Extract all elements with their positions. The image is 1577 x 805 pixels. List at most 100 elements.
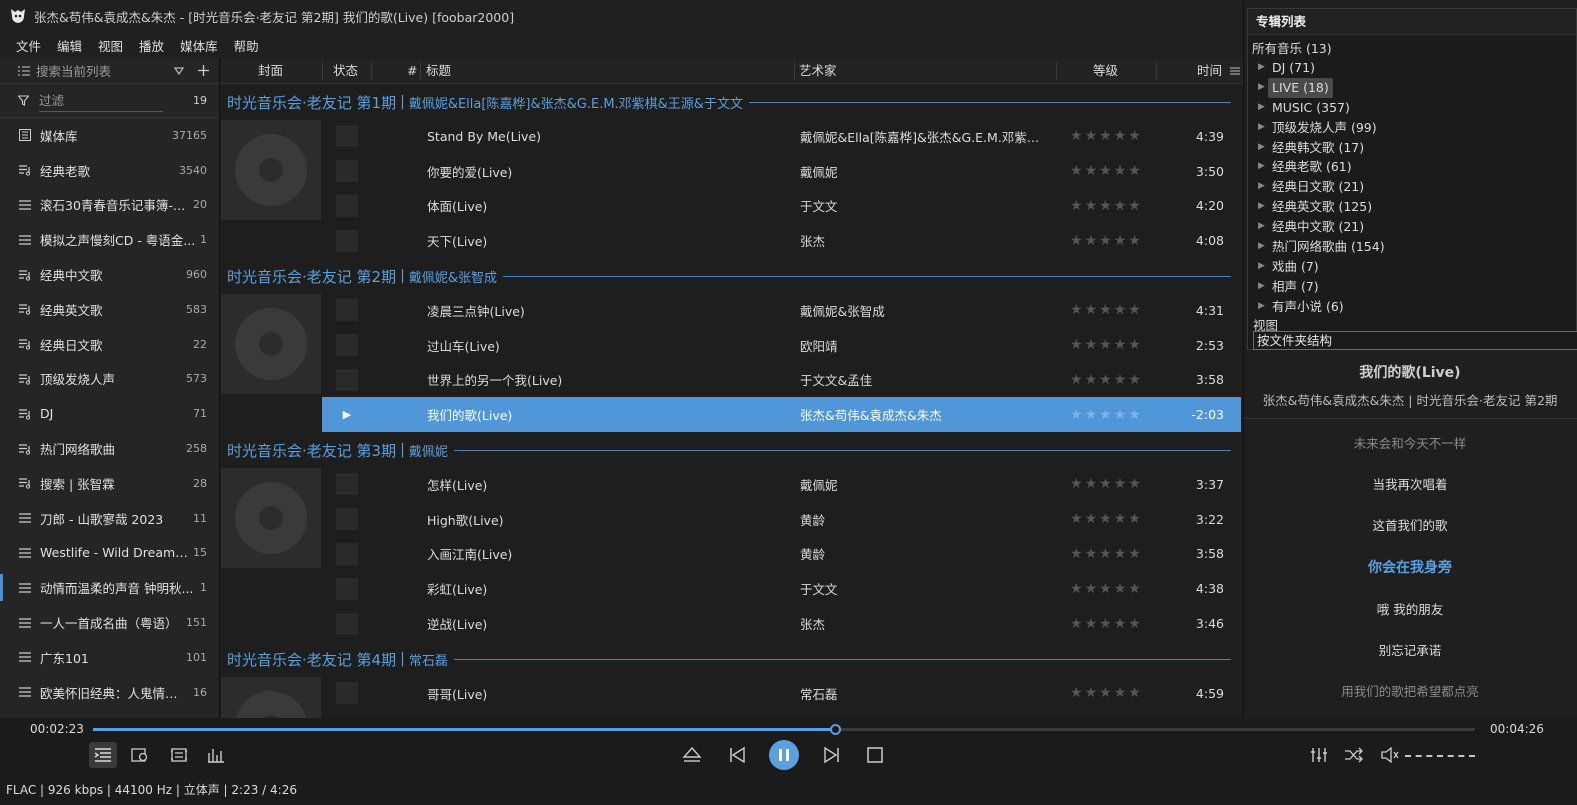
playlist-item[interactable]: 一人一首成名曲（粤语） 151	[0, 605, 219, 640]
star-icon[interactable]: ★	[1085, 546, 1098, 562]
star-icon[interactable]: ★	[1085, 163, 1098, 179]
stop-button[interactable]	[862, 742, 888, 768]
track-row[interactable]: Stand By Me(Live) 戴佩妮&Ella[陈嘉桦]&张杰&G.E.M.…	[322, 119, 1241, 154]
playlist-item[interactable]: DJ 71	[0, 396, 219, 431]
pause-button[interactable]	[769, 740, 799, 770]
star-icon[interactable]: ★	[1114, 337, 1127, 353]
menu-library[interactable]: 媒体库	[172, 36, 226, 55]
view-select[interactable]: 按文件夹结构	[1253, 331, 1577, 350]
expand-chevron-icon[interactable]: ▶	[1258, 237, 1268, 257]
track-row[interactable]: 彩虹(Live) 于文文 ★ ★ ★ ★ ★ 4:38	[322, 571, 1241, 606]
album-tree-node[interactable]: ▶ DJ (71)	[1252, 58, 1576, 78]
star-icon[interactable]: ★	[1085, 476, 1098, 492]
track-row[interactable]: High歌(Live) 黄龄 ★ ★ ★ ★ ★ 3:22	[322, 502, 1241, 537]
expand-chevron-icon[interactable]: ▶	[1258, 78, 1268, 98]
album-tree-node[interactable]: ▶ LIVE (18)	[1252, 77, 1576, 98]
album-tree-node[interactable]: ▶ 顶级发烧人声 (99)	[1252, 118, 1576, 138]
playlist-item[interactable]: 经典中文歌 960	[0, 257, 219, 292]
group-header[interactable]: 时光音乐会·老友记 第1期 | 戴佩妮&Ella[陈嘉桦]&张杰&G.E.M.邓紫棋…	[221, 85, 1243, 119]
volume-slider[interactable]	[1405, 755, 1475, 758]
track-row[interactable]: 怎样(Live) 戴佩妮 ★ ★ ★ ★ ★ 3:37	[322, 467, 1241, 502]
add-playlist-icon[interactable]	[198, 65, 209, 76]
playlist-view-button[interactable]	[89, 742, 117, 768]
star-icon[interactable]: ★	[1099, 407, 1112, 423]
track-rating[interactable]: ★ ★ ★ ★ ★	[1070, 511, 1141, 527]
playlist-item[interactable]: 搜索 | 张智霖 28	[0, 466, 219, 501]
menu-playback[interactable]: 播放	[131, 36, 172, 55]
expand-chevron-icon[interactable]: ▶	[1258, 257, 1268, 277]
album-tree-root[interactable]: 所有音乐 (13)	[1252, 39, 1576, 58]
track-rating[interactable]: ★ ★ ★ ★ ★	[1070, 372, 1141, 388]
star-icon[interactable]: ★	[1070, 407, 1083, 423]
star-icon[interactable]: ★	[1128, 372, 1141, 388]
album-view-button[interactable]	[127, 742, 153, 768]
volume-button[interactable]	[1377, 742, 1403, 768]
track-rating[interactable]: ★ ★ ★ ★ ★	[1070, 163, 1141, 179]
album-tree-node[interactable]: ▶ 经典日文歌 (21)	[1252, 177, 1576, 197]
menu-edit[interactable]: 编辑	[49, 36, 90, 55]
expand-chevron-icon[interactable]: ▶	[1258, 98, 1268, 118]
track-rating[interactable]: ★ ★ ★ ★ ★	[1070, 233, 1141, 249]
star-icon[interactable]: ★	[1070, 163, 1083, 179]
playlist-search[interactable]: 搜索当前列表	[0, 58, 219, 84]
album-tree-node[interactable]: ▶ 经典老歌 (61)	[1252, 157, 1576, 177]
star-icon[interactable]: ★	[1099, 198, 1112, 214]
track-row[interactable]: 你要的爱(Live) 戴佩妮 ★ ★ ★ ★ ★ 3:50	[322, 154, 1241, 189]
track-row[interactable]: ▶ 我们的歌(Live) 张杰&苟伟&袁成杰&朱杰 ★ ★ ★ ★ ★ -2:03	[322, 397, 1241, 433]
star-icon[interactable]: ★	[1070, 685, 1083, 701]
track-row[interactable]: 逆战(Live) 张杰 ★ ★ ★ ★ ★ 3:46	[322, 606, 1241, 641]
seek-bar[interactable]	[93, 724, 1475, 735]
star-icon[interactable]: ★	[1099, 128, 1112, 144]
album-tree-node[interactable]: ▶ 经典韩文歌 (17)	[1252, 138, 1576, 158]
album-tree-node[interactable]: ▶ 经典英文歌 (125)	[1252, 197, 1576, 217]
expand-chevron-icon[interactable]: ▶	[1258, 217, 1268, 237]
playlist-search-input[interactable]: 搜索当前列表	[36, 61, 174, 80]
track-row[interactable]: 哥哥(Live) 常石磊 ★ ★ ★ ★ ★ 4:59	[322, 676, 1241, 711]
column-menu-icon[interactable]	[1230, 66, 1240, 76]
expand-chevron-icon[interactable]: ▶	[1258, 297, 1268, 317]
star-icon[interactable]: ★	[1114, 685, 1127, 701]
lyrics-view-button[interactable]	[166, 742, 192, 768]
menu-help[interactable]: 帮助	[226, 36, 267, 55]
track-rating[interactable]: ★ ★ ★ ★ ★	[1070, 476, 1141, 492]
column-number[interactable]: #	[407, 58, 417, 84]
track-rating[interactable]: ★ ★ ★ ★ ★	[1070, 616, 1141, 632]
playlist-item[interactable]: 动情而温柔的声音 钟明秋... 1	[0, 570, 219, 605]
star-icon[interactable]: ★	[1114, 476, 1127, 492]
menu-file[interactable]: 文件	[8, 36, 49, 55]
playlist-filter[interactable]: 过滤 19	[0, 84, 219, 118]
star-icon[interactable]: ★	[1070, 511, 1083, 527]
dropdown-triangle-icon[interactable]	[174, 66, 184, 75]
star-icon[interactable]: ★	[1070, 198, 1083, 214]
track-row[interactable]: 过山车(Live) 欧阳靖 ★ ★ ★ ★ ★ 2:53	[322, 328, 1241, 363]
playlist-item[interactable]: 热门网络歌曲 258	[0, 431, 219, 466]
playlist-item[interactable]: 经典英文歌 583	[0, 292, 219, 327]
star-icon[interactable]: ★	[1128, 685, 1141, 701]
filter-input[interactable]: 过滤	[39, 90, 163, 112]
expand-chevron-icon[interactable]: ▶	[1258, 157, 1268, 177]
star-icon[interactable]: ★	[1114, 546, 1127, 562]
star-icon[interactable]: ★	[1099, 581, 1112, 597]
star-icon[interactable]: ★	[1128, 546, 1141, 562]
track-rating[interactable]: ★ ★ ★ ★ ★	[1070, 581, 1141, 597]
track-rating[interactable]: ★ ★ ★ ★ ★	[1070, 302, 1141, 318]
expand-chevron-icon[interactable]: ▶	[1258, 277, 1268, 297]
playlist-item[interactable]: Westlife - Wild Dreams ... 15	[0, 536, 219, 571]
star-icon[interactable]: ★	[1085, 407, 1098, 423]
star-icon[interactable]: ★	[1128, 581, 1141, 597]
track-rating[interactable]: ★ ★ ★ ★ ★	[1070, 685, 1141, 701]
track-row[interactable]: 体面(Live) 于文文 ★ ★ ★ ★ ★ 4:20	[322, 189, 1241, 224]
track-rating[interactable]: ★ ★ ★ ★ ★	[1070, 546, 1141, 562]
star-icon[interactable]: ★	[1114, 581, 1127, 597]
star-icon[interactable]: ★	[1128, 198, 1141, 214]
expand-chevron-icon[interactable]: ▶	[1258, 58, 1268, 78]
column-cover[interactable]: 封面	[258, 58, 283, 84]
previous-button[interactable]	[724, 742, 750, 768]
group-header[interactable]: 时光音乐会·老友记 第3期 | 戴佩妮	[221, 433, 1243, 467]
playlist-item[interactable]: 欧美怀旧经典：人鬼情未... 16	[0, 675, 219, 710]
track-row[interactable]: 入画江南(Live) 黄龄 ★ ★ ★ ★ ★ 3:58	[322, 537, 1241, 572]
star-icon[interactable]: ★	[1085, 337, 1098, 353]
track-rating[interactable]: ★ ★ ★ ★ ★	[1070, 128, 1141, 144]
star-icon[interactable]: ★	[1099, 163, 1112, 179]
expand-chevron-icon[interactable]: ▶	[1258, 118, 1268, 138]
